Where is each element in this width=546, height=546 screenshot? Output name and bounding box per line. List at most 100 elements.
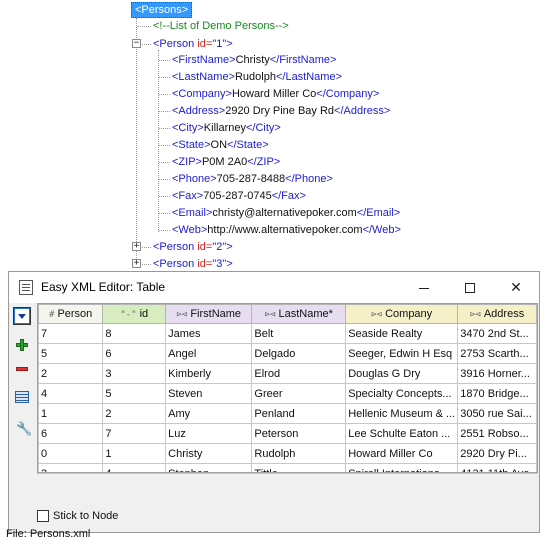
column-header[interactable]: ⊳⊲ LastName* — [251, 304, 347, 324]
table-cell[interactable]: 0 — [38, 443, 104, 464]
collapse-toggle[interactable]: − — [132, 39, 141, 48]
table-cell[interactable]: Christy — [165, 443, 253, 464]
dropdown-menu-button[interactable] — [13, 307, 31, 325]
table-cell[interactable]: 2 — [102, 403, 167, 424]
table-view-button[interactable] — [13, 388, 31, 406]
table-cell[interactable]: Spiroll Internationa... — [345, 463, 459, 472]
column-header[interactable]: ⊳⊲ Address — [457, 304, 537, 324]
table-cell[interactable]: 3470 2nd St... — [457, 323, 537, 344]
data-grid[interactable]: # Person "-" id ⊳⊲ FirstName ⊳⊲ LastName* ⊳⊲ Comp… — [37, 303, 538, 473]
table-cell[interactable]: Peterson — [251, 423, 347, 444]
table-row[interactable]: 6 7 Luz Peterson Lee Schulte Eaton ... 2551 R… — [38, 423, 537, 444]
table-cell[interactable]: James — [165, 323, 253, 344]
table-cell[interactable]: Luz — [165, 423, 253, 444]
stick-to-node-checkbox[interactable] — [37, 510, 49, 522]
table-row[interactable]: 1 2 Amy Penland Hellenic Museum & ... 3050 ru… — [38, 403, 537, 424]
table-cell[interactable]: 7 — [38, 323, 104, 344]
column-header[interactable]: ⊳⊲ FirstName — [165, 304, 253, 324]
settings-button[interactable]: 🔧 — [13, 420, 32, 438]
table-cell[interactable]: 1870 Bridge... — [457, 383, 537, 404]
tree-field-node[interactable]: <Email>christy@alternativepoker.com</Ema… — [172, 206, 400, 220]
tree-field-node[interactable]: <Phone>705-287-8488</Phone> — [172, 172, 333, 186]
column-header[interactable]: "-" id — [102, 304, 167, 324]
table-cell[interactable]: Angel — [165, 343, 253, 364]
table-cell[interactable]: Belt — [251, 323, 347, 344]
tree-field-node[interactable]: <Address>2920 Dry Pine Bay Rd</Address> — [172, 104, 390, 118]
close-icon: ✕ — [510, 279, 522, 295]
remove-row-button[interactable] — [13, 360, 31, 378]
table-cell[interactable]: Lee Schulte Eaton ... — [345, 423, 459, 444]
tree-field-node[interactable]: <State>ON</State> — [172, 138, 269, 152]
minimize-button[interactable] — [401, 272, 447, 303]
column-header[interactable]: ⊳⊲ Company — [345, 304, 459, 324]
horizontal-scrollbar[interactable] — [37, 473, 538, 489]
table-cell[interactable]: 1 — [102, 443, 167, 464]
table-cell[interactable]: Amy — [165, 403, 253, 424]
table-cell[interactable]: 2920 Dry Pi... — [457, 443, 537, 464]
tree-field-node[interactable]: <Company>Howard Miller Co</Company> — [172, 87, 379, 101]
table-body: 7 8 James Belt Seaside Realty 3470 2nd St... 5… — [38, 323, 537, 472]
table-cell[interactable]: 8 — [102, 323, 167, 344]
table-cell[interactable]: Douglas G Dry — [345, 363, 459, 384]
table-cell[interactable]: Penland — [251, 403, 347, 424]
table-cell[interactable]: 5 — [38, 343, 104, 364]
table-cell[interactable]: 7 — [102, 423, 167, 444]
table-cell[interactable]: 3916 Horner... — [457, 363, 537, 384]
table-row[interactable]: 34StephenTittleSpiroll Internationa...41… — [38, 463, 537, 472]
table-cell[interactable]: Stephen — [165, 463, 253, 472]
tree-field-node[interactable]: <LastName>Rudolph</LastName> — [172, 70, 342, 84]
table-cell[interactable]: Rudolph — [251, 443, 347, 464]
table-cell[interactable]: 2551 Robso... — [457, 423, 537, 444]
title-bar[interactable]: Easy XML Editor: Table ✕ — [9, 272, 539, 303]
tree-node-persons[interactable]: <Persons> — [131, 2, 193, 18]
tree-node-person-1[interactable]: <Person id="1"> — [153, 37, 233, 51]
tree-field-node[interactable]: <City>Killarney</City> — [172, 121, 281, 135]
tree-field-node[interactable]: <ZIP>P0M 2A0</ZIP> — [172, 155, 280, 169]
table-cell[interactable]: 4 — [102, 463, 167, 472]
expand-toggle[interactable]: + — [132, 259, 141, 268]
tree-connector — [159, 213, 170, 214]
table-cell[interactable]: Elrod — [251, 363, 347, 384]
table-cell[interactable]: Seeger, Edwin H Esq — [345, 343, 459, 364]
table-cell[interactable]: 4131 11th Ave — [457, 463, 537, 472]
table-cell[interactable]: 4 — [38, 383, 104, 404]
maximize-button[interactable] — [447, 272, 493, 303]
tree-field-node[interactable]: <FirstName>Christy</FirstName> — [172, 53, 336, 67]
tree-node-person-3[interactable]: <Person id="3"> — [153, 257, 233, 271]
table-cell[interactable]: 6 — [38, 423, 104, 444]
expand-toggle[interactable]: + — [132, 242, 141, 251]
table-cell[interactable]: 6 — [102, 343, 167, 364]
table-cell[interactable]: 3 — [38, 463, 104, 472]
table-cell[interactable]: 2 — [38, 363, 104, 384]
table-cell[interactable]: Kimberly — [165, 363, 253, 384]
table-row[interactable]: 0 1 Christy Rudolph Howard Miller Co 2920 Dry… — [38, 443, 537, 464]
table-cell[interactable]: Seaside Realty — [345, 323, 459, 344]
tree-field-node[interactable]: <Fax>705-287-0745</Fax> — [172, 189, 306, 203]
column-header[interactable]: # Person — [38, 304, 104, 324]
close-button[interactable]: ✕ — [493, 272, 539, 303]
tree-connector — [137, 26, 151, 27]
table-row[interactable]: 7 8 James Belt Seaside Realty 3470 2nd St... — [38, 323, 537, 344]
tree-connector — [142, 264, 151, 265]
table-cell[interactable]: 1 — [38, 403, 104, 424]
table-cell[interactable]: Greer — [251, 383, 347, 404]
table-cell[interactable]: Howard Miller Co — [345, 443, 459, 464]
table-cell[interactable]: Hellenic Museum & ... — [345, 403, 459, 424]
tree-connector — [159, 60, 170, 61]
tree-node-person-2[interactable]: <Person id="2"> — [153, 240, 233, 254]
table-cell[interactable]: Tittle — [251, 463, 347, 472]
table-row[interactable]: 2 3 Kimberly Elrod Douglas G Dry 3916 Horner.… — [38, 363, 537, 384]
tree-comment[interactable]: <!--List of Demo Persons--> — [153, 19, 289, 33]
table-cell[interactable]: 2753 Scarth... — [457, 343, 537, 364]
table-cell[interactable]: Delgado — [251, 343, 347, 364]
table-row[interactable]: 4 5 Steven Greer Specialty Concepts... 1870 B… — [38, 383, 537, 404]
tree-connector — [159, 230, 170, 231]
tree-field-node[interactable]: <Web>http://www.alternativepoker.com</We… — [172, 223, 401, 237]
table-cell[interactable]: 3050 rue Sai... — [457, 403, 537, 424]
table-cell[interactable]: 5 — [102, 383, 167, 404]
table-cell[interactable]: 3 — [102, 363, 167, 384]
add-row-button[interactable] — [13, 336, 31, 354]
table-cell[interactable]: Steven — [165, 383, 253, 404]
table-row[interactable]: 5 6 Angel Delgado Seeger, Edwin H Esq 2753 Sc… — [38, 343, 537, 364]
table-cell[interactable]: Specialty Concepts... — [345, 383, 459, 404]
